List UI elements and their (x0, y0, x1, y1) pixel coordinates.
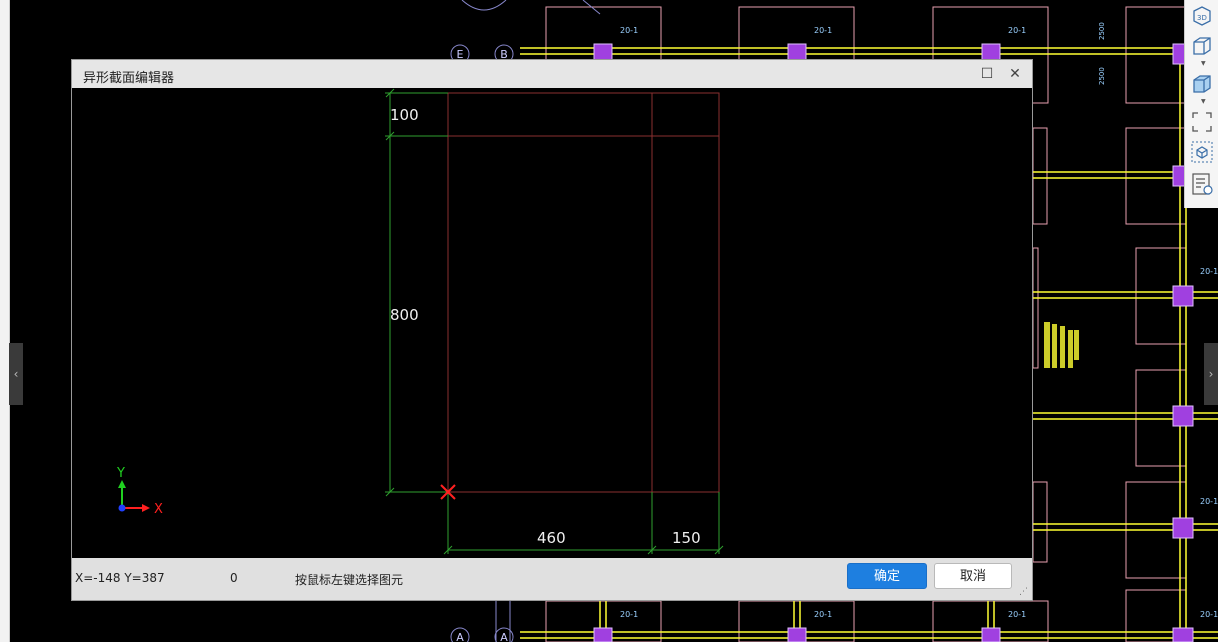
grid-label-a: A (456, 631, 464, 642)
dim-top-height: 100 (390, 106, 419, 124)
close-icon[interactable]: ✕ (1004, 64, 1026, 84)
resize-grip-icon[interactable]: ⋰ (1019, 587, 1028, 597)
column-label: 20-1 (620, 26, 638, 35)
y-axis-label: Y (116, 466, 125, 481)
box-view-icon[interactable] (1190, 140, 1214, 164)
cube-icon[interactable] (1190, 34, 1214, 58)
left-panel-edge (0, 0, 10, 642)
view-toolbar: 3D ▼ ▼ (1184, 0, 1218, 208)
dim-label: 2500 (1098, 22, 1106, 40)
dim-bottom-right-width: 150 (672, 529, 701, 547)
x-axis-label: X (154, 502, 163, 517)
section-editor-dialog: 异形截面编辑器 ☐ ✕ 100 800 460 150 Y X X=-148 Y… (71, 59, 1033, 601)
fullscreen-icon[interactable] (1190, 110, 1214, 134)
dialog-title: 异形截面编辑器 (83, 71, 175, 86)
column-label: 20-1 (1200, 267, 1218, 276)
column-label: 20-1 (620, 610, 638, 619)
grid-label-a: A (500, 631, 508, 642)
coordinate-readout: X=-148 Y=387 (75, 571, 165, 585)
chevron-down-icon[interactable]: ▼ (1201, 60, 1206, 67)
axis-indicator: Y X (116, 466, 163, 517)
column-label: 20-1 (814, 26, 832, 35)
properties-view-icon[interactable] (1190, 172, 1214, 196)
maximize-icon[interactable]: ☐ (976, 64, 998, 84)
chevron-down-icon[interactable]: ▼ (1201, 98, 1206, 105)
drawing-canvas[interactable]: 100 800 460 150 Y X (72, 88, 1032, 558)
column-label: 20-1 (814, 610, 832, 619)
dim-bottom-left-width: 460 (537, 529, 566, 547)
ok-button[interactable]: 确定 (847, 563, 927, 589)
column-label: 20-1 (1008, 610, 1026, 619)
column-label: 20-1 (1008, 26, 1026, 35)
column-label: 20-1 (1200, 610, 1218, 619)
left-collapse-tab[interactable]: ‹ (9, 343, 23, 405)
right-collapse-tab[interactable]: › (1204, 343, 1218, 405)
status-value: 0 (230, 571, 238, 585)
cube-filled-icon[interactable] (1190, 72, 1214, 96)
column-label: 20-1 (1200, 497, 1218, 506)
3d-view-icon[interactable]: 3D (1190, 4, 1214, 28)
cancel-button[interactable]: 取消 (934, 563, 1012, 589)
section-outline[interactable] (447, 92, 720, 493)
dialog-statusbar: X=-148 Y=387 0 按鼠标左键选择图元 确定 取消 ⋰ (72, 558, 1032, 600)
section-drawing[interactable]: 100 800 460 150 Y X (72, 88, 1032, 558)
dim-main-height: 800 (390, 306, 419, 324)
dim-label: 2500 (1098, 67, 1106, 85)
dialog-titlebar[interactable]: 异形截面编辑器 ☐ ✕ (72, 60, 1032, 88)
status-hint: 按鼠标左键选择图元 (295, 573, 404, 587)
svg-text:3D: 3D (1197, 14, 1207, 22)
